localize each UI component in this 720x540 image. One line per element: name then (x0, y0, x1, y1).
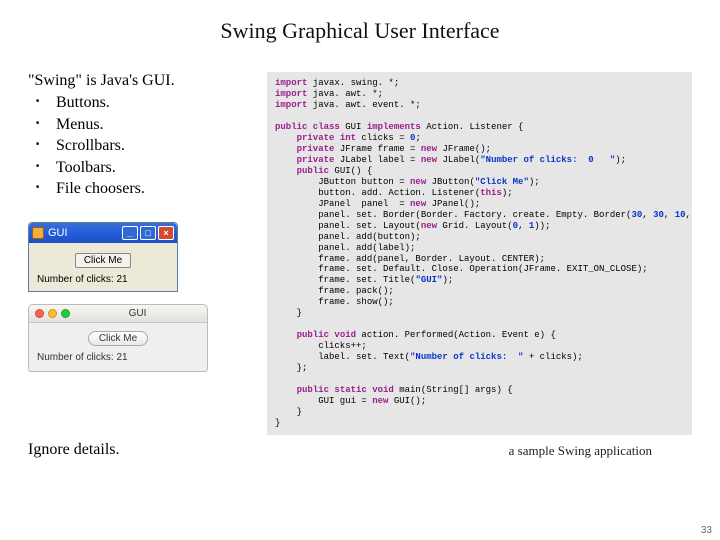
close-icon: × (158, 226, 174, 240)
list-item: File choosers. (42, 178, 253, 200)
screenshot-mac: GUI Click Me Number of clicks: 21 (28, 304, 208, 372)
code-caption: a sample Swing application (509, 443, 652, 459)
click-count-label: Number of clicks: 21 (37, 274, 169, 285)
list-item: Buttons. (42, 92, 253, 114)
xp-titlebar: GUI _ □ × (29, 223, 177, 243)
content-row: "Swing" is Java's GUI. Buttons. Menus. S… (28, 72, 692, 435)
click-me-button: Click Me (88, 331, 148, 346)
list-item: Toolbars. (42, 157, 253, 179)
click-me-button: Click Me (75, 253, 131, 268)
screenshot-group: GUI _ □ × Click Me Number of clicks: 21 … (28, 222, 253, 372)
mac-titlebar: GUI (29, 305, 207, 323)
minimize-icon: _ (122, 226, 138, 240)
intro-text: "Swing" is Java's GUI. (28, 72, 253, 90)
click-count-label: Number of clicks: 21 (37, 352, 199, 363)
code-listing: import javax. swing. *; import java. awt… (267, 72, 692, 435)
zoom-dot-icon (61, 309, 70, 318)
list-item: Menus. (42, 114, 253, 136)
xp-window-title: GUI (48, 227, 68, 239)
screenshot-windows: GUI _ □ × Click Me Number of clicks: 21 (28, 222, 178, 292)
list-item: Scrollbars. (42, 135, 253, 157)
page-title: Swing Graphical User Interface (28, 18, 692, 44)
mac-window-title: GUI (74, 308, 201, 319)
bullet-list: Buttons. Menus. Scrollbars. Toolbars. Fi… (28, 92, 253, 200)
bottom-row: Ignore details. a sample Swing applicati… (28, 441, 692, 459)
ignore-details-text: Ignore details. (28, 441, 120, 459)
maximize-icon: □ (140, 226, 156, 240)
xp-window-body: Click Me Number of clicks: 21 (29, 243, 177, 291)
mac-window-body: Click Me Number of clicks: 21 (29, 323, 207, 371)
java-icon (32, 227, 44, 239)
close-dot-icon (35, 309, 44, 318)
page-number: 33 (701, 525, 712, 536)
left-column: "Swing" is Java's GUI. Buttons. Menus. S… (28, 72, 253, 372)
minimize-dot-icon (48, 309, 57, 318)
